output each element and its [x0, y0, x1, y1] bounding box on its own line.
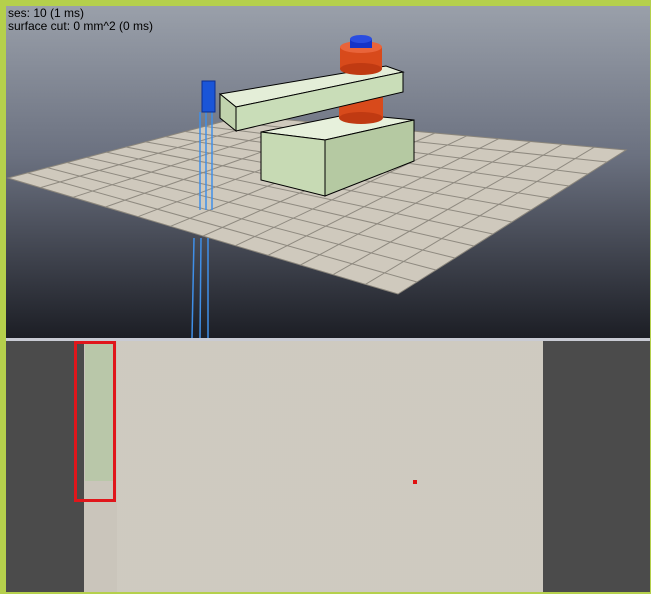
stats-overlay: ses: 10 (1 ms) surface cut: 0 mm^2 (0 ms… — [8, 7, 153, 33]
camera-image — [84, 341, 543, 592]
stats-line-surface-cut: surface cut: 0 mm^2 (0 ms) — [8, 19, 153, 33]
target-point-marker — [413, 480, 417, 484]
stats-line-sessions: ses: 10 (1 ms) — [8, 6, 85, 20]
blue-cap — [350, 35, 372, 48]
3d-viewport[interactable]: ses: 10 (1 ms) surface cut: 0 mm^2 (0 ms… — [6, 6, 650, 338]
scene-canvas — [6, 35, 628, 338]
selection-rectangle[interactable] — [74, 341, 116, 502]
application-frame: ses: 10 (1 ms) surface cut: 0 mm^2 (0 ms… — [0, 0, 651, 594]
tool-head — [201, 80, 216, 113]
camera-view[interactable] — [6, 341, 650, 592]
